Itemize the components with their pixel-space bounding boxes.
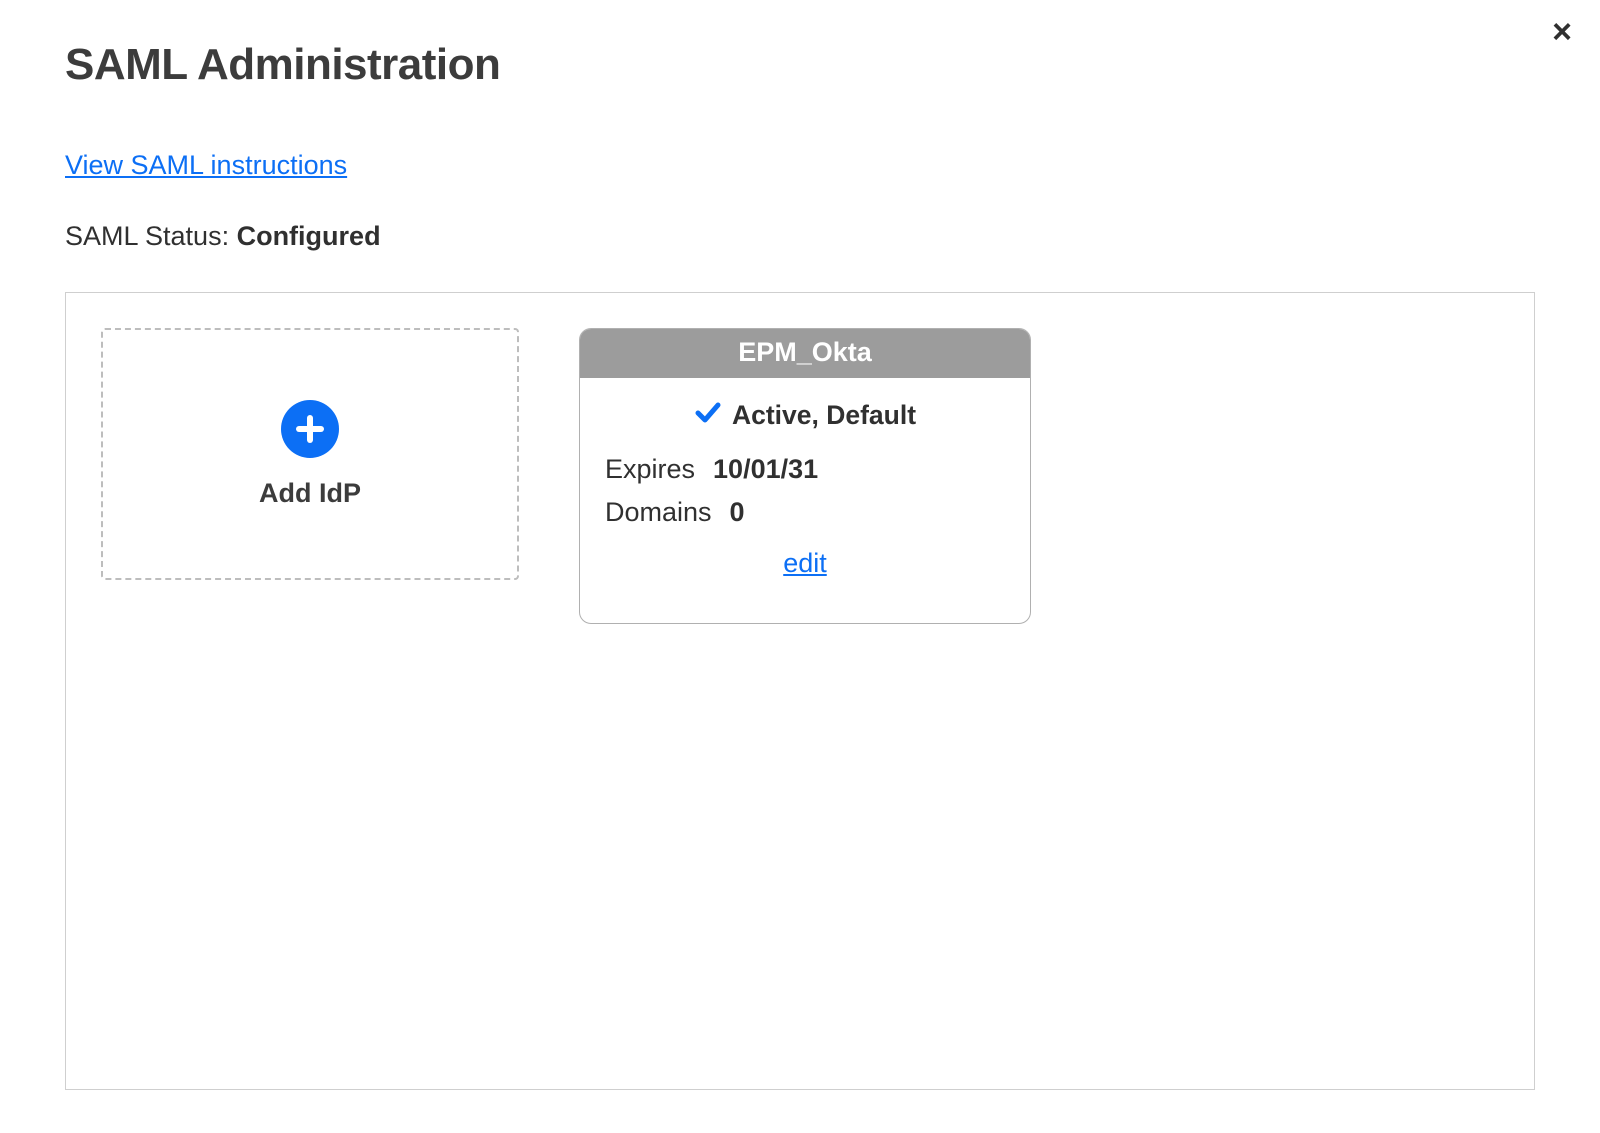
status-value: Configured	[237, 221, 381, 251]
expires-label: Expires	[605, 454, 695, 485]
page-container: × SAML Administration View SAML instruct…	[0, 0, 1600, 1130]
status-label: SAML Status:	[65, 221, 237, 251]
idp-expires-row: Expires 10/01/31	[605, 454, 1005, 485]
plus-circle-icon	[281, 400, 339, 458]
page-title: SAML Administration	[65, 40, 1535, 90]
idp-edit-wrap: edit	[605, 548, 1005, 579]
idp-active-text: Active, Default	[732, 400, 916, 431]
saml-status-line: SAML Status: Configured	[65, 221, 1535, 252]
idp-card-header: EPM_Okta	[580, 329, 1030, 378]
idp-card: EPM_Okta Active, Default Expires 10/01/3…	[579, 328, 1031, 624]
idp-domains-row: Domains 0	[605, 497, 1005, 528]
idp-card-body: Active, Default Expires 10/01/31 Domains…	[580, 378, 1030, 623]
domains-value: 0	[730, 497, 745, 528]
view-instructions-link[interactable]: View SAML instructions	[65, 150, 347, 180]
expires-value: 10/01/31	[713, 454, 818, 485]
add-idp-card[interactable]: Add IdP	[101, 328, 519, 580]
idp-panel: Add IdP EPM_Okta Active, Default Expires…	[65, 292, 1535, 1090]
add-idp-label: Add IdP	[259, 478, 361, 509]
edit-idp-link[interactable]: edit	[783, 548, 827, 578]
idp-active-row: Active, Default	[605, 398, 1005, 433]
check-icon	[694, 398, 722, 433]
close-button[interactable]: ×	[1552, 15, 1572, 49]
domains-label: Domains	[605, 497, 712, 528]
